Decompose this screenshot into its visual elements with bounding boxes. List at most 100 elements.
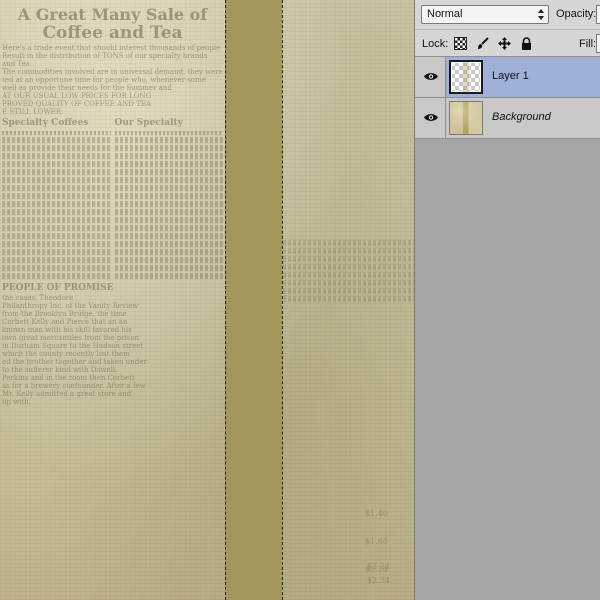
layer-name[interactable]: Layer 1 [492, 70, 529, 82]
right-column-heading: Our Specialty [114, 118, 183, 128]
visibility-toggle[interactable] [415, 57, 446, 97]
text-block [114, 161, 223, 167]
lock-transparent-pixels-icon[interactable] [454, 37, 467, 50]
story-line: from the Brooklyn Bridge, the time [2, 310, 127, 318]
left-column-heading: Specialty Coffees [2, 118, 89, 128]
text-block [114, 209, 223, 215]
text-block [283, 288, 414, 294]
text-block [283, 256, 414, 262]
intro-line: Here's a trade event that should interes… [2, 44, 221, 52]
text-block [2, 209, 111, 215]
price-label: $1.60 [365, 537, 388, 546]
photoshop-window: A Great Many Sale of Coffee and Tea Here… [0, 0, 600, 600]
layer-row-layer-1[interactable]: Layer 1 [415, 57, 600, 98]
text-block [114, 153, 223, 159]
layer-thumbnail[interactable] [449, 101, 483, 135]
story-section: PEOPLE OF PROMISE the cases, Theodore Ph… [0, 281, 225, 408]
column-rule [2, 131, 111, 135]
text-block [2, 185, 111, 191]
selection-marquee-right-edge[interactable] [282, 0, 283, 600]
story-line: own great mercantiles from the prison [2, 334, 140, 342]
headline-line-1: A Great Many Sale of [17, 5, 208, 24]
text-block [2, 201, 111, 207]
headline-line-2: Coffee and Tea [42, 23, 183, 43]
text-block [114, 225, 223, 231]
story-line: the cases, Theodore [2, 294, 74, 302]
story-line: Philanthropy Inc. of the Vanity Review [2, 302, 139, 310]
visibility-toggle[interactable] [415, 98, 446, 138]
story-line: up with, [2, 398, 31, 406]
story-line: Corbett Kelly and Pierce that an an [2, 318, 128, 326]
eye-icon [424, 113, 438, 122]
lock-all-padlock-icon[interactable] [520, 37, 533, 50]
lock-row: Lock: Fill: [415, 30, 600, 57]
dropdown-arrows-icon [538, 9, 545, 20]
layer-row-background[interactable]: Background [415, 98, 600, 139]
text-block [2, 217, 111, 223]
text-block [114, 217, 223, 223]
text-block [114, 177, 223, 183]
lock-image-pixels-brush-icon[interactable] [476, 37, 489, 50]
intro-line: E STILL LOWER. [2, 108, 64, 116]
text-block [114, 169, 223, 175]
intro-paragraph: Here's a trade event that should interes… [0, 42, 225, 118]
text-block [283, 280, 414, 286]
lock-position-move-icon[interactable] [498, 37, 511, 50]
price-column-lower: $3.24 $2.34 [367, 560, 390, 588]
intro-line: and Tea. [2, 60, 33, 68]
text-block [114, 185, 223, 191]
intro-line: ted at an opportune time for people who,… [2, 76, 206, 84]
text-block [114, 233, 223, 239]
filled-selection-stripe [225, 0, 282, 600]
newspaper-columns: Specialty Coffees Our Specialty [0, 118, 225, 281]
newspaper-texture-left: A Great Many Sale of Coffee and Tea Here… [0, 0, 225, 600]
text-block [2, 145, 111, 151]
text-block [114, 241, 223, 247]
text-block [2, 177, 111, 183]
text-block [283, 248, 414, 254]
left-column: Specialty Coffees [2, 118, 111, 281]
text-block [114, 201, 223, 207]
story-heading: PEOPLE OF PROMISE [2, 283, 114, 293]
text-block [2, 265, 111, 271]
intro-line: AT OUR USUAL LOW PRICES FOR LONG [2, 92, 152, 100]
text-block [114, 249, 223, 255]
text-block [2, 233, 111, 239]
intro-line: The commodities involved are in universa… [2, 68, 223, 76]
blend-mode-row: Normal Opacity: [415, 0, 600, 30]
layer-name[interactable]: Background [492, 111, 551, 123]
layers-panel: Normal Opacity: Lock: Fill: Layer 1 Back… [414, 0, 600, 600]
lock-label: Lock: [422, 38, 449, 50]
text-block [2, 225, 111, 231]
document-canvas[interactable]: A Great Many Sale of Coffee and Tea Here… [0, 0, 414, 600]
fill-label: Fill: [579, 38, 597, 50]
layer-thumbnail[interactable] [449, 60, 483, 94]
story-line: to the sufferer kind with Dowell. [2, 366, 118, 374]
selection-marquee-left-edge[interactable] [225, 0, 226, 600]
text-block [2, 137, 111, 143]
text-block [114, 273, 223, 279]
text-block [2, 273, 111, 279]
text-block [2, 241, 111, 247]
text-block [283, 296, 414, 302]
fill-input[interactable] [596, 34, 600, 53]
eye-icon [424, 72, 438, 81]
text-block [114, 137, 223, 143]
price-label: $3.24 [367, 562, 390, 571]
blend-mode-dropdown[interactable]: Normal [421, 5, 549, 24]
intro-line: PROVED QUALITY OF COFFEE AND TEA [2, 100, 151, 108]
price-label: $2.34 [367, 576, 390, 585]
opacity-input[interactable] [596, 5, 600, 24]
right-column: Our Specialty [114, 118, 223, 281]
text-block [114, 145, 223, 151]
story-line: ed the brother together and taken under [2, 358, 147, 366]
story-line: known man with his skill favored his [2, 326, 132, 334]
text-block [2, 249, 111, 255]
price-label: $1.40 [365, 509, 388, 518]
text-block [2, 169, 111, 175]
text-block [283, 272, 414, 278]
story-line: Perkins and in the room then Corbett [2, 374, 135, 382]
story-line: as for a brewery confounder. After a few [2, 382, 146, 390]
intro-line: well as provide their needs for the Summ… [2, 84, 172, 92]
text-block [283, 264, 414, 270]
